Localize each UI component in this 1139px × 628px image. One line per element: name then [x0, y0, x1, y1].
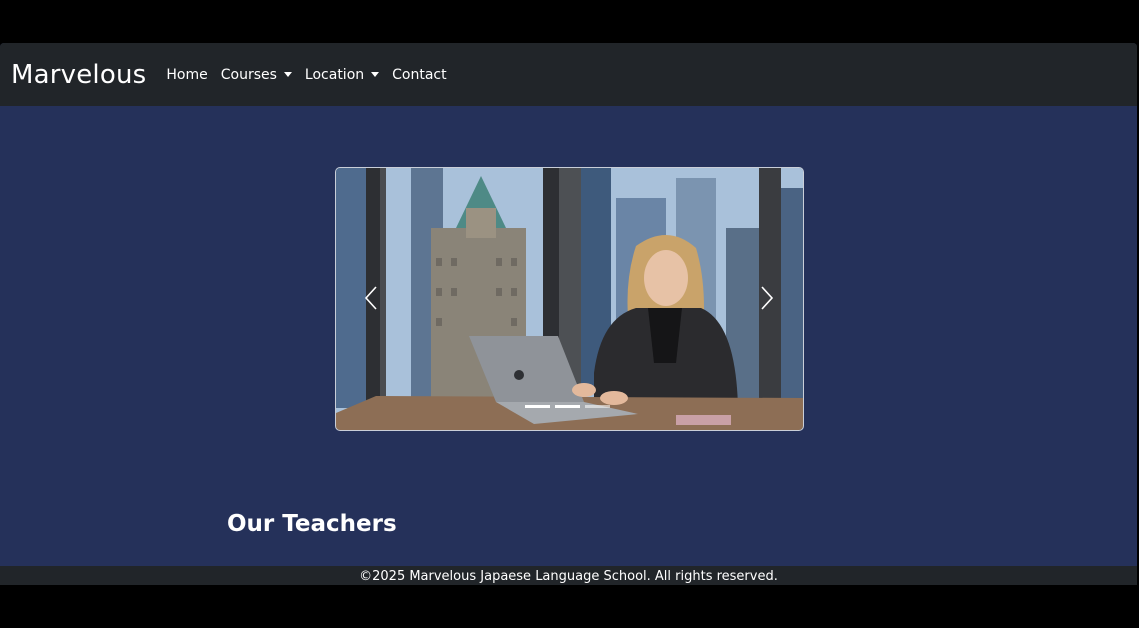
chevron-right-icon: [761, 286, 774, 310]
page: Marvelous Home Courses Location Contact: [0, 43, 1137, 585]
nav-item-label: Home: [166, 66, 208, 83]
carousel-indicator[interactable]: [525, 405, 550, 408]
section-title: Our Teachers: [227, 511, 397, 537]
carousel-slide-image: [336, 168, 803, 430]
image-carousel: [335, 167, 804, 431]
carousel-indicators: [525, 405, 610, 408]
caret-down-icon: [371, 72, 380, 77]
nav-item-contact[interactable]: Contact: [392, 67, 446, 83]
nav-item-location[interactable]: Location: [304, 66, 380, 83]
nav-item-home[interactable]: Home: [166, 67, 207, 83]
nav-item-label: Courses: [220, 66, 277, 83]
navbar: Marvelous Home Courses Location Contact: [0, 43, 1137, 106]
footer-copyright: ©2025 Marvelous Japaese Language School.…: [359, 569, 778, 584]
carousel-prev-button[interactable]: [361, 284, 381, 312]
nav-item-courses[interactable]: Courses: [221, 67, 292, 83]
nav-item-label: Contact: [392, 66, 447, 83]
carousel-next-button[interactable]: [757, 284, 777, 312]
nav-item-label: Location: [304, 66, 365, 83]
carousel-indicator[interactable]: [585, 405, 610, 408]
brand-logo[interactable]: Marvelous: [11, 60, 146, 90]
carousel-indicator[interactable]: [555, 405, 580, 408]
caret-down-icon: [283, 72, 292, 77]
chevron-left-icon: [364, 286, 377, 310]
footer: ©2025 Marvelous Japaese Language School.…: [0, 566, 1137, 585]
